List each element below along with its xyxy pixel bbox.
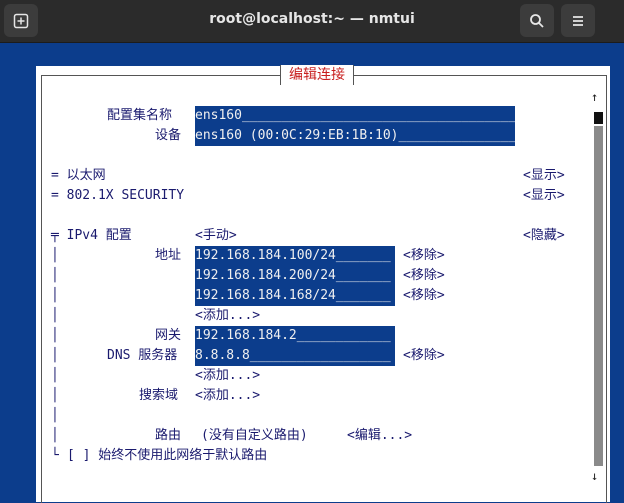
add-dns-button[interactable]: <添加...> — [195, 366, 260, 386]
dns-remove-button[interactable]: <移除> — [403, 346, 445, 366]
window-titlebar: root@localhost:~ — nmtui — [0, 0, 624, 43]
search-domains-label: 搜索域 — [139, 388, 179, 403]
ipv4-tree-line: │ — [51, 368, 59, 383]
field-underscore-fill: _______ — [335, 268, 391, 283]
ethernet-show-button[interactable]: <显示> — [523, 166, 565, 186]
device-label: 设备 — [155, 128, 182, 143]
ipv4-tree-line: └ — [51, 448, 59, 463]
ipv4-tree-line: │ — [51, 388, 59, 403]
security-section-label: = 802.1X SECURITY — [51, 188, 185, 203]
field-underscore-fill: ____________ — [296, 328, 391, 343]
gateway-field[interactable]: 192.168.184.2____________ — [195, 326, 395, 346]
profile-name-field[interactable]: ens160__________________________________… — [195, 106, 515, 126]
dialog-title: 编辑连接 — [280, 65, 354, 85]
scrollbar-track[interactable] — [594, 126, 603, 466]
routing-value: (没有自定义路由) — [201, 428, 308, 443]
address-remove-button[interactable]: <移除> — [403, 246, 445, 266]
add-search-domain-button[interactable]: <添加...> — [195, 386, 260, 406]
address-field[interactable]: 192.168.184.168/24_______ — [195, 286, 395, 306]
address-remove-button[interactable]: <移除> — [403, 266, 445, 286]
dns-label: DNS 服务器 — [107, 348, 178, 363]
scrollbar-thumb[interactable] — [594, 112, 603, 124]
profile-name-value: ens160 — [195, 108, 242, 123]
routing-edit-button[interactable]: <编辑...> — [347, 426, 412, 446]
ipv4-tree-line: │ — [51, 308, 59, 323]
field-underscore-fill: _______________ — [398, 128, 516, 143]
ipv4-tree-line: │ — [51, 288, 59, 303]
address-value: 192.168.184.168/24 — [195, 288, 336, 303]
ipv4-tree-line: │ — [51, 328, 59, 343]
search-icon — [530, 13, 544, 28]
ipv4-mode-dropdown[interactable]: <手动> — [195, 226, 237, 246]
hamburger-menu-icon — [573, 15, 583, 26]
field-underscore-fill: _______ — [335, 288, 391, 303]
profile-name-label: 配置集名称 — [107, 108, 173, 123]
dns-field[interactable]: 8.8.8.8__________________ — [195, 346, 395, 366]
device-field[interactable]: ens160 (00:0C:29:EB:1B:10)______________… — [195, 126, 515, 146]
ethernet-section-label: = 以太网 — [51, 168, 106, 183]
address-remove-button[interactable]: <移除> — [403, 286, 445, 306]
security-show-button[interactable]: <显示> — [523, 186, 565, 206]
scroll-up-arrow-icon[interactable]: ↑ — [591, 90, 598, 104]
window-edge — [602, 0, 624, 42]
addresses-label: 地址 — [155, 248, 182, 263]
address-field[interactable]: 192.168.184.100/24_______ — [195, 246, 395, 266]
field-underscore-fill: ______________________________________ — [241, 108, 515, 123]
search-button[interactable] — [520, 4, 554, 37]
ipv4-tree-line: │ — [51, 348, 59, 363]
ipv4-hide-button[interactable]: <隐藏> — [523, 226, 565, 246]
routing-label: 路由 — [155, 428, 182, 443]
menu-button[interactable] — [561, 4, 595, 37]
scroll-down-arrow-icon[interactable]: ↓ — [591, 469, 598, 483]
field-underscore-fill: _______ — [335, 248, 391, 263]
device-value: ens160 (00:0C:29:EB:1B:10) — [195, 128, 399, 143]
never-default-route-checkbox[interactable]: [ ] 始终不使用此网络于默认路由 — [67, 446, 267, 466]
field-underscore-fill: __________________ — [249, 348, 391, 363]
address-field[interactable]: 192.168.184.200/24_______ — [195, 266, 395, 286]
address-value: 192.168.184.200/24 — [195, 268, 336, 283]
address-value: 192.168.184.100/24 — [195, 248, 336, 263]
dns-value: 8.8.8.8 — [195, 348, 250, 363]
ipv4-tree-line: │ — [51, 428, 59, 443]
ipv4-tree-line: │ — [51, 248, 59, 263]
gateway-label: 网关 — [155, 328, 182, 343]
ipv4-tree-line: │ — [51, 268, 59, 283]
ipv4-section-label: ╤ IPv4 配置 — [51, 228, 132, 243]
add-address-button[interactable]: <添加...> — [195, 306, 260, 326]
gateway-value: 192.168.184.2 — [195, 328, 297, 343]
ipv4-tree-line: │ — [51, 408, 59, 423]
